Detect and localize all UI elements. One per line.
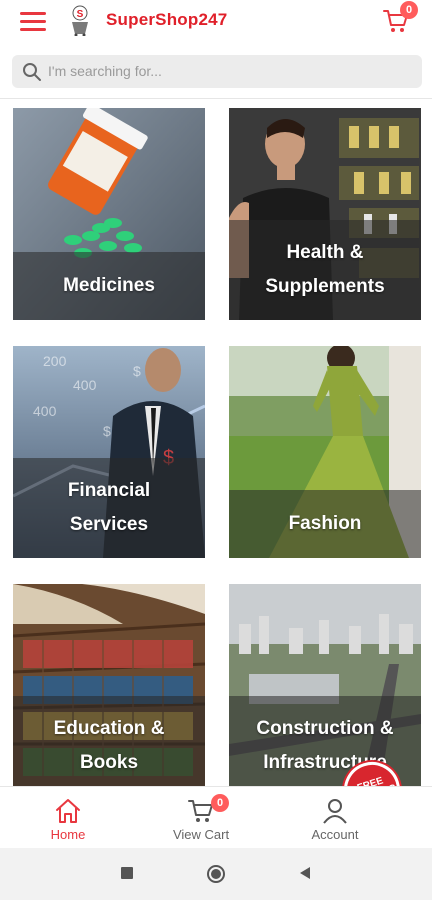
header-divider	[0, 98, 432, 99]
system-navigation-bar	[0, 848, 432, 900]
category-education-books[interactable]: Education & Books	[13, 584, 205, 796]
category-label: Health & Supplements	[265, 242, 385, 297]
app-header: S SuperShop247 0	[0, 0, 432, 42]
svg-text:S: S	[77, 9, 84, 20]
svg-text:200: 200	[43, 353, 67, 369]
search-placeholder: I'm searching for...	[48, 63, 162, 79]
category-label: Financial Services	[67, 480, 151, 535]
nav-account[interactable]: Account	[275, 787, 395, 849]
recents-icon[interactable]	[120, 866, 134, 880]
category-label: Medicines	[63, 275, 155, 296]
category-construction-infrastructure[interactable]: Construction & Infrastructure	[229, 584, 421, 796]
category-label: Education & Books	[53, 718, 165, 773]
svg-text:400: 400	[73, 377, 97, 393]
back-icon[interactable]	[298, 866, 312, 880]
bottom-navigation: Home 0 View Cart Account	[0, 786, 432, 848]
view-cart-count-badge: 0	[211, 794, 229, 812]
cart-count-badge: 0	[400, 1, 418, 19]
user-icon	[323, 799, 347, 824]
nav-account-label: Account	[311, 827, 359, 842]
svg-text:$: $	[133, 363, 141, 379]
svg-text:400: 400	[33, 403, 57, 419]
category-medicines[interactable]: Medicines	[13, 108, 205, 320]
menu-icon[interactable]	[20, 12, 46, 32]
category-label: Fashion	[288, 513, 362, 534]
category-financial-services[interactable]: 200400400 $$ $ Financial Services	[13, 346, 205, 558]
category-overlay: Medicines	[13, 252, 205, 320]
nav-home[interactable]: Home	[8, 787, 128, 849]
category-overlay: Fashion	[229, 490, 421, 558]
category-health-supplements[interactable]: Health & Supplements	[229, 108, 421, 320]
home-system-icon[interactable]	[206, 864, 226, 884]
svg-text:$: $	[103, 423, 111, 439]
category-fashion[interactable]: Fashion	[229, 346, 421, 558]
category-overlay: Financial Services	[13, 458, 205, 558]
nav-view-cart-label: View Cart	[172, 827, 230, 842]
home-icon	[56, 799, 80, 823]
header-cart-button[interactable]: 0	[382, 1, 418, 34]
category-overlay: Health & Supplements	[229, 220, 421, 320]
nav-view-cart[interactable]: 0 View Cart	[141, 787, 261, 849]
logo-icon: S	[72, 5, 88, 36]
brand-name: SuperShop247	[106, 10, 228, 29]
category-overlay: Education & Books	[13, 696, 205, 796]
search-icon	[23, 63, 41, 81]
nav-home-label: Home	[50, 827, 86, 842]
search-input[interactable]: I'm searching for...	[12, 55, 422, 88]
